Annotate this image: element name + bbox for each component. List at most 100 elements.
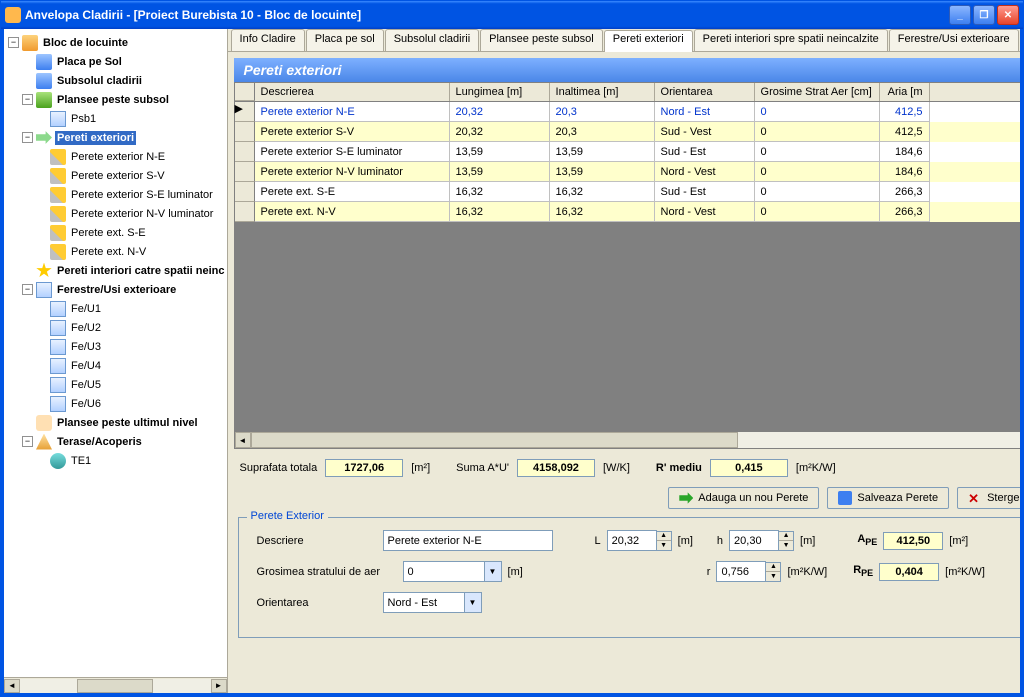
tree-item[interactable]: TE1	[69, 454, 93, 468]
cell-aria[interactable]: 412,5	[880, 122, 930, 142]
table-row[interactable]: Perete ext. S-E16,3216,32Sud - Est0266,3	[235, 182, 1023, 202]
cell-desc[interactable]: Perete exterior N-V luminator	[255, 162, 450, 182]
tree-item[interactable]: Fe/U1	[69, 302, 103, 316]
row-selector[interactable]	[235, 122, 255, 142]
row-selector[interactable]	[235, 142, 255, 162]
tree-item[interactable]: Fe/U2	[69, 321, 103, 335]
tab-pereti-int[interactable]: Pereti interiori spre spatii neincalzite	[694, 29, 888, 51]
col-inaltimea[interactable]: Inaltimea [m]	[550, 83, 655, 101]
scroll-left-icon[interactable]: ◄	[235, 432, 251, 448]
table-row[interactable]: Perete exterior S-V20,3220,3Sud - Vest04…	[235, 122, 1023, 142]
tree-item[interactable]: Perete ext. N-V	[69, 245, 148, 259]
delete-wall-button[interactable]: ✕Sterge Peretele	[957, 487, 1023, 509]
spin-up-icon[interactable]: ▲	[766, 563, 780, 572]
cell-inaltimea[interactable]: 13,59	[550, 142, 655, 162]
cell-orientarea[interactable]: Nord - Vest	[655, 162, 755, 182]
tree-item[interactable]: Perete ext. S-E	[69, 226, 148, 240]
cell-lungimea[interactable]: 20,32	[450, 102, 550, 122]
tree-hscroll[interactable]: ◄ ►	[4, 677, 227, 693]
cell-grosime[interactable]: 0	[755, 162, 880, 182]
scroll-thumb[interactable]	[77, 679, 153, 693]
row-selector-header[interactable]	[235, 83, 255, 101]
L-spinner[interactable]: ▲▼	[607, 530, 672, 551]
tab-plansee[interactable]: Plansee peste subsol	[480, 29, 603, 51]
cell-grosime[interactable]: 0	[755, 142, 880, 162]
cell-lungimea[interactable]: 16,32	[450, 182, 550, 202]
spin-down-icon[interactable]: ▼	[779, 541, 793, 550]
grid-hscroll[interactable]: ◄ ►	[235, 432, 1023, 448]
spin-down-icon[interactable]: ▼	[766, 572, 780, 581]
tab-ferestre[interactable]: Ferestre/Usi exterioare	[889, 29, 1019, 51]
cell-desc[interactable]: Perete ext. S-E	[255, 182, 450, 202]
row-selector[interactable]	[235, 182, 255, 202]
tree-item[interactable]: Placa pe Sol	[55, 55, 124, 69]
tree-item[interactable]: Perete exterior S-V	[69, 169, 167, 183]
cell-orientarea[interactable]: Nord - Vest	[655, 202, 755, 222]
expand-icon[interactable]: −	[22, 436, 33, 447]
col-grosime[interactable]: Grosime Strat Aer [cm]	[755, 83, 880, 101]
row-selector[interactable]	[235, 162, 255, 182]
cell-aria[interactable]: 184,6	[880, 142, 930, 162]
cell-aria[interactable]: 266,3	[880, 182, 930, 202]
cell-inaltimea[interactable]: 13,59	[550, 162, 655, 182]
cell-grosime[interactable]: 0	[755, 182, 880, 202]
cell-orientarea[interactable]: Sud - Est	[655, 142, 755, 162]
r-spinner[interactable]: ▲▼	[716, 561, 781, 582]
row-selector[interactable]: ▶	[235, 102, 255, 122]
cell-lungimea[interactable]: 20,32	[450, 122, 550, 142]
tree-item[interactable]: Ferestre/Usi exterioare	[55, 283, 178, 297]
maximize-button[interactable]: ❐	[973, 5, 995, 25]
cell-lungimea[interactable]: 16,32	[450, 202, 550, 222]
tree-item[interactable]: Fe/U5	[69, 378, 103, 392]
tree-item[interactable]: Fe/U4	[69, 359, 103, 373]
cell-aria[interactable]: 184,6	[880, 162, 930, 182]
table-row[interactable]: Perete exterior N-V luminator13,5913,59N…	[235, 162, 1023, 182]
add-wall-button[interactable]: Adauga un nou Perete	[668, 487, 819, 509]
cell-orientarea[interactable]: Sud - Est	[655, 182, 755, 202]
save-wall-button[interactable]: Salveaza Perete	[827, 487, 949, 509]
cell-inaltimea[interactable]: 20,3	[550, 102, 655, 122]
chevron-down-icon[interactable]: ▼	[465, 592, 482, 613]
tree[interactable]: − Bloc de locuinte Placa pe Sol Subsolul …	[4, 29, 227, 677]
row-selector[interactable]	[235, 202, 255, 222]
data-grid[interactable]: Descrierea Lungimea [m] Inaltimea [m] Or…	[234, 82, 1023, 449]
tree-item[interactable]: Pereti interiori catre spatii neinc	[55, 264, 227, 278]
scroll-left-icon[interactable]: ◄	[4, 679, 20, 693]
tree-item[interactable]: Plansee peste ultimul nivel	[55, 416, 200, 430]
cell-desc[interactable]: Perete exterior N-E	[255, 102, 450, 122]
cell-grosime[interactable]: 0	[755, 122, 880, 142]
expand-icon[interactable]: −	[22, 94, 33, 105]
orientarea-combo[interactable]: ▼	[383, 592, 482, 613]
tree-item[interactable]: Plansee peste subsol	[55, 93, 171, 107]
spin-up-icon[interactable]: ▲	[657, 532, 671, 541]
tree-root[interactable]: Bloc de locuinte	[41, 36, 130, 50]
cell-inaltimea[interactable]: 20,3	[550, 122, 655, 142]
tab-pereti-ext[interactable]: Pereti exteriori	[604, 30, 693, 52]
tree-item[interactable]: Terase/Acoperis	[55, 435, 144, 449]
cell-desc[interactable]: Perete exterior S-V	[255, 122, 450, 142]
scroll-thumb[interactable]	[251, 432, 739, 448]
tree-item[interactable]: Perete exterior S-E luminator	[69, 188, 215, 202]
tab-subsol[interactable]: Subsolul cladirii	[385, 29, 479, 51]
tree-item[interactable]: Fe/U3	[69, 340, 103, 354]
grosime-combo[interactable]: ▼	[403, 561, 502, 582]
tree-item[interactable]: Psb1	[69, 112, 98, 126]
cell-orientarea[interactable]: Sud - Vest	[655, 122, 755, 142]
col-aria[interactable]: Aria [m	[880, 83, 930, 101]
chevron-down-icon[interactable]: ▼	[485, 561, 502, 582]
close-button[interactable]: ✕	[997, 5, 1019, 25]
cell-aria[interactable]: 412,5	[880, 102, 930, 122]
h-spinner[interactable]: ▲▼	[729, 530, 794, 551]
cell-aria[interactable]: 266,3	[880, 202, 930, 222]
cell-grosime[interactable]: 0	[755, 102, 880, 122]
cell-desc[interactable]: Perete ext. N-V	[255, 202, 450, 222]
table-row[interactable]: Perete ext. N-V16,3216,32Nord - Vest0266…	[235, 202, 1023, 222]
cell-inaltimea[interactable]: 16,32	[550, 182, 655, 202]
col-orientarea[interactable]: Orientarea	[655, 83, 755, 101]
tab-more[interactable]: Pla	[1020, 29, 1023, 51]
tree-item[interactable]: Subsolul cladirii	[55, 74, 144, 88]
cell-desc[interactable]: Perete exterior S-E luminator	[255, 142, 450, 162]
tree-item[interactable]: Fe/U6	[69, 397, 103, 411]
cell-orientarea[interactable]: Nord - Est	[655, 102, 755, 122]
spin-down-icon[interactable]: ▼	[657, 541, 671, 550]
